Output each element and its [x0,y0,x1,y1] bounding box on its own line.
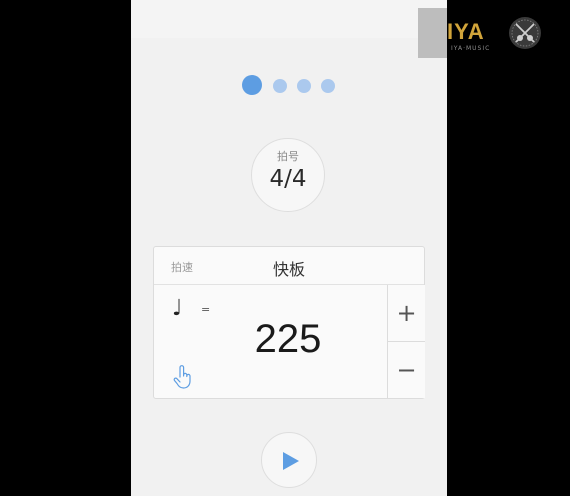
watermark-brand: IYA [447,19,485,44]
tempo-body: ♩ = 225 [154,285,387,398]
bpm-value[interactable]: 225 [154,317,422,362]
watermark-block [418,8,447,58]
time-signature-button[interactable]: 拍号 4/4 [251,138,325,212]
app-screen: 拍号 4/4 拍速 快板 ♩ = 225 + − [131,0,447,496]
tempo-marking[interactable]: 快板 [244,256,334,280]
page-indicator [131,75,447,97]
increase-bpm-button[interactable]: + [388,285,425,342]
tap-hand-icon[interactable] [172,364,194,390]
crossed-guitars-emblem-icon [509,17,541,49]
equals-sign: = [201,303,211,316]
play-icon [283,452,299,470]
tempo-header: 拍速 快板 [154,247,424,285]
status-bar [131,0,447,38]
page-dot[interactable] [273,79,287,93]
watermark-subtitle: IYA·MUSIC [451,45,491,52]
time-signature-label: 拍号 [277,150,299,163]
watermark-logo: IYA IYA·MUSIC [418,8,548,58]
tempo-caption: 拍速 [171,261,193,274]
bpm-stepper: + − [387,285,425,398]
page-dot[interactable] [297,79,311,93]
page-dot[interactable] [321,79,335,93]
decrease-bpm-button[interactable]: − [388,342,425,398]
page-dot-active[interactable] [242,75,262,95]
tempo-panel: 拍速 快板 ♩ = 225 + − [153,246,425,399]
time-signature-value: 4/4 [269,166,307,192]
play-button[interactable] [261,432,317,488]
